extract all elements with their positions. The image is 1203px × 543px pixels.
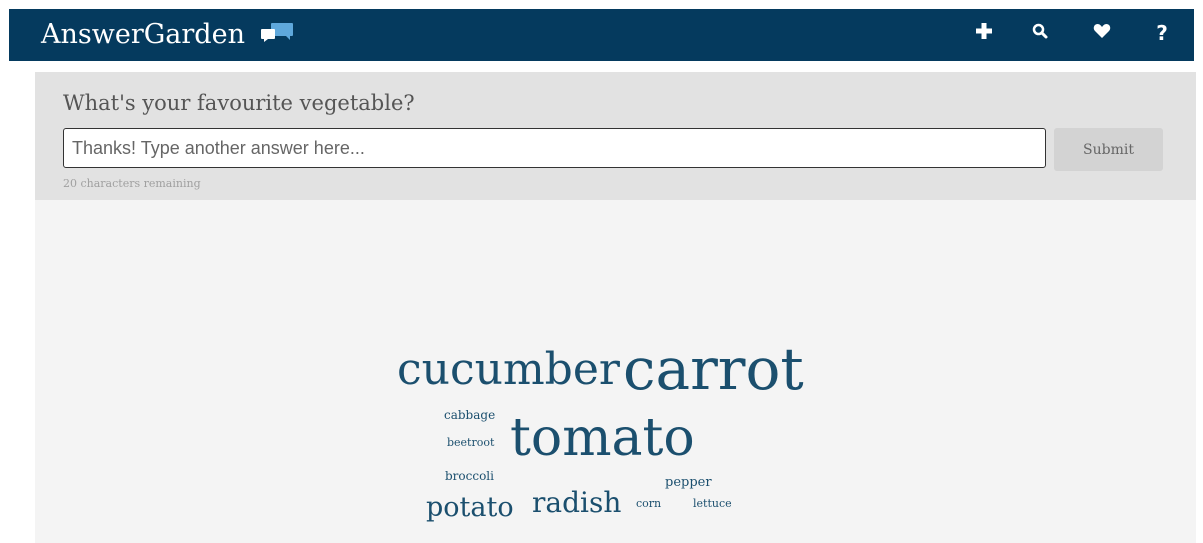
cloud-word-cabbage[interactable]: cabbage bbox=[444, 409, 495, 421]
cloud-word-lettuce[interactable]: lettuce bbox=[693, 498, 732, 509]
word-cloud: cucumber carrot cabbage beetroot tomato … bbox=[35, 200, 1196, 543]
cloud-word-cucumber[interactable]: cucumber bbox=[397, 348, 620, 392]
brand-name: AnswerGarden bbox=[41, 18, 245, 50]
cloud-word-potato[interactable]: potato bbox=[426, 494, 514, 521]
cloud-word-tomato[interactable]: tomato bbox=[510, 412, 695, 464]
cloud-word-pepper[interactable]: pepper bbox=[665, 476, 712, 489]
plus-icon[interactable] bbox=[970, 21, 998, 49]
cloud-word-beetroot[interactable]: beetroot bbox=[447, 437, 494, 448]
cloud-word-corn[interactable]: corn bbox=[636, 498, 661, 509]
cloud-word-broccoli[interactable]: broccoli bbox=[445, 470, 494, 482]
top-navigation-bar: AnswerGarden ? bbox=[9, 9, 1194, 61]
cloud-word-carrot[interactable]: carrot bbox=[623, 340, 804, 398]
speech-bubbles-icon bbox=[260, 18, 294, 50]
answer-input[interactable] bbox=[63, 128, 1046, 168]
heart-icon[interactable] bbox=[1088, 21, 1116, 49]
characters-remaining: 20 characters remaining bbox=[63, 177, 201, 190]
brand-logo-link[interactable]: AnswerGarden bbox=[41, 18, 294, 51]
question-title: What's your favourite vegetable? bbox=[63, 91, 415, 115]
submit-button[interactable]: Submit bbox=[1054, 128, 1163, 171]
help-icon[interactable]: ? bbox=[1148, 19, 1176, 47]
answer-form-panel: What's your favourite vegetable? Submit … bbox=[35, 72, 1196, 200]
search-icon[interactable] bbox=[1026, 21, 1054, 49]
cloud-word-radish[interactable]: radish bbox=[532, 489, 621, 517]
